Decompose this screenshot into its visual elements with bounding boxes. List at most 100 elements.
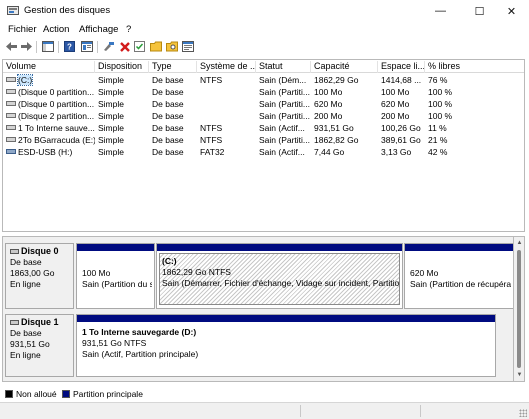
column-header-volume[interactable]: Volume <box>3 61 95 73</box>
table-cell-statut: Sain (Dém... <box>259 75 307 85</box>
table-row[interactable]: (Disque 0 partition... Simple De base Sain … <box>3 98 524 110</box>
table-row[interactable]: 1 To Interne sauve... Simple De base NTFS Sa… <box>3 122 524 134</box>
table-cell-disposition: Simple <box>98 87 124 97</box>
column-header-capacite[interactable]: Capacité <box>311 61 378 73</box>
resize-grip-icon[interactable] <box>519 409 527 417</box>
table-cell-disposition: Simple <box>98 99 124 109</box>
scroll-thumb[interactable] <box>517 250 521 368</box>
title-bar: Gestion des disques — ☐ ✕ <box>0 0 529 22</box>
volume-name: ESD-USB (H:) <box>18 147 73 157</box>
volume-name: (C:) <box>16 74 34 86</box>
disk-1-state: En ligne <box>10 350 41 360</box>
table-cell-capacite: 7,44 Go <box>314 147 345 157</box>
disk-icon <box>10 320 19 325</box>
volume-name: (Disque 0 partition... <box>18 99 95 109</box>
drive-icon <box>6 113 16 119</box>
scroll-up-icon[interactable]: ▲ <box>516 240 523 247</box>
properties-icon[interactable] <box>80 40 93 53</box>
table-cell-espace: 200 Mo <box>381 111 410 121</box>
table-cell-type: De base <box>152 123 184 133</box>
table-row[interactable]: ESD-USB (H:) Simple De base FAT32 Sain (Acti… <box>3 146 524 158</box>
check-icon[interactable] <box>133 40 146 53</box>
column-header-type[interactable]: Type <box>149 61 197 73</box>
legend-label-primary: Partition principale <box>73 389 143 399</box>
disk-1-partition-d[interactable]: 1 To Interne sauvegarde (D:) 931,51 Go N… <box>76 314 496 377</box>
show-hide-console-tree-icon[interactable] <box>41 40 54 53</box>
table-cell-volume: 1 To Interne sauve... <box>3 122 95 134</box>
table-cell-statut: Sain (Actif... <box>259 147 305 157</box>
table-cell-type: De base <box>152 111 184 121</box>
disk-map-pane: Disque 0 De base 1863,00 Go En ligne 100… <box>2 236 514 382</box>
table-row[interactable]: (Disque 0 partition... Simple De base Sain … <box>3 86 524 98</box>
drive-icon <box>6 137 16 143</box>
menu-affichage[interactable]: Affichage <box>79 24 118 35</box>
table-cell-libres: 76 % <box>428 75 448 85</box>
table-cell-volume: ESD-USB (H:) <box>3 146 95 158</box>
table-row[interactable]: (Disque 2 partition... Simple De base Sain … <box>3 110 524 122</box>
drive-icon <box>6 89 16 95</box>
table-row[interactable]: (C:) Simple De base NTFS Sain (Dém... 1862,29… <box>3 74 524 86</box>
settings-panel-icon[interactable] <box>181 40 194 53</box>
help-icon[interactable]: ? <box>63 40 76 53</box>
disk-0-name-row: Disque 0 <box>10 246 69 257</box>
partition-status: Sain (Démarrer, Fichier d'échange, Vidag… <box>162 278 400 288</box>
delete-icon[interactable] <box>118 40 131 53</box>
volume-list[interactable]: Volume Disposition Type Système de ... S… <box>2 59 525 232</box>
disk-0-partition-c[interactable]: (C:) 1862,29 Go NTFS Sain (Démarrer, Fic… <box>156 243 403 309</box>
column-header-filesystem[interactable]: Système de ... <box>197 61 256 73</box>
table-cell-libres: 100 % <box>428 111 453 121</box>
folder-open-icon[interactable] <box>149 40 162 53</box>
partition-body: 620 Mo Sain (Partition de récupérat <box>408 266 511 306</box>
volume-name: (Disque 0 partition... <box>18 87 95 97</box>
table-cell-capacite: 620 Mo <box>314 99 343 109</box>
close-button[interactable]: ✕ <box>497 0 526 22</box>
folder-search-icon[interactable] <box>165 40 178 53</box>
disk-0-partition-1[interactable]: 100 Mo Sain (Partition du s <box>76 243 155 309</box>
partition-body: 100 Mo Sain (Partition du s <box>80 266 152 306</box>
table-cell-volume: (Disque 0 partition... <box>3 86 95 98</box>
disk-0-type: De base <box>10 257 42 267</box>
minimize-button[interactable]: — <box>426 0 455 22</box>
partition-title: 1 To Interne sauvegarde (D:) <box>82 327 197 337</box>
disk-1-label[interactable]: Disque 1 De base 931,51 Go En ligne <box>5 314 74 377</box>
partition-size: 100 Mo <box>82 268 111 278</box>
partition-body-selected: (C:) 1862,29 Go NTFS Sain (Démarrer, Fic… <box>159 253 400 305</box>
table-cell-type: De base <box>152 147 184 157</box>
back-icon[interactable] <box>5 40 18 53</box>
disk-0-partition-recovery[interactable]: 620 Mo Sain (Partition de récupérat <box>404 243 513 309</box>
disk-1-size: 931,51 Go <box>10 339 50 349</box>
table-cell-libres: 100 % <box>428 87 453 97</box>
table-cell-type: De base <box>152 75 184 85</box>
menu-help[interactable]: ? <box>126 24 131 35</box>
primary-partition-bar <box>77 315 495 322</box>
forward-icon[interactable] <box>20 40 33 53</box>
disk-1-type: De base <box>10 328 42 338</box>
connect-disk-icon[interactable] <box>102 40 115 53</box>
drive-icon <box>6 101 16 107</box>
table-cell-capacite: 100 Mo <box>314 87 343 97</box>
table-cell-fs: FAT32 <box>200 147 225 157</box>
column-header-disposition[interactable]: Disposition <box>95 61 149 73</box>
disk-map-scrollbar[interactable]: ▲ ▼ <box>514 236 525 382</box>
menu-action[interactable]: Action <box>43 24 69 35</box>
table-row[interactable]: 2To BGarracuda (E:) Simple De base NTFS Sain… <box>3 134 524 146</box>
table-cell-disposition: Simple <box>98 135 124 145</box>
scroll-down-icon[interactable]: ▼ <box>516 372 523 379</box>
primary-partition-bar <box>405 244 513 251</box>
disk-management-app-icon <box>7 6 19 15</box>
status-bar <box>0 402 529 419</box>
table-cell-disposition: Simple <box>98 75 124 85</box>
disk-0-label[interactable]: Disque 0 De base 1863,00 Go En ligne <box>5 243 74 309</box>
maximize-button[interactable]: ☐ <box>465 0 494 22</box>
table-cell-disposition: Simple <box>98 111 124 121</box>
menu-fichier[interactable]: Fichier <box>8 24 37 35</box>
column-header-pct-libres[interactable]: % libres <box>425 61 524 73</box>
minimize-icon: — <box>435 5 446 17</box>
table-cell-statut: Sain (Actif... <box>259 123 305 133</box>
disk-0-size: 1863,00 Go <box>10 268 55 278</box>
column-header-statut[interactable]: Statut <box>256 61 311 73</box>
table-cell-fs <box>197 98 256 110</box>
legend-label-unallocated: Non alloué <box>16 389 57 399</box>
column-header-espace-libre[interactable]: Espace li... <box>378 61 425 73</box>
partition-size: 620 Mo <box>410 268 439 278</box>
